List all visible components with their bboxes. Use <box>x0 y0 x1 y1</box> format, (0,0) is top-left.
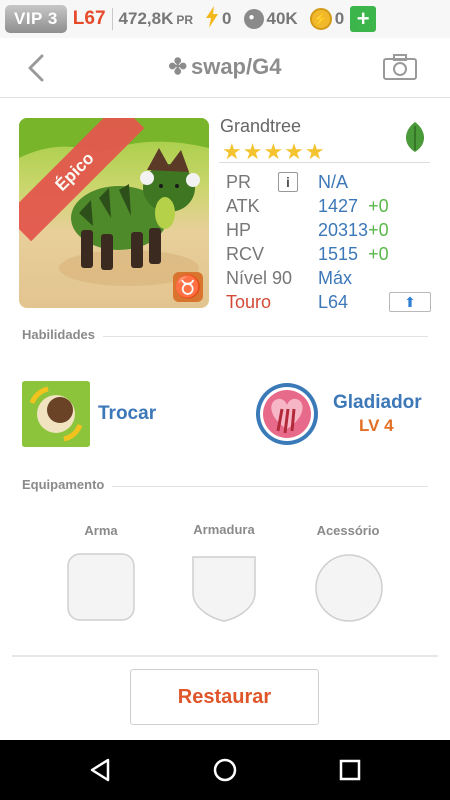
stat-value: 20313+0 <box>318 220 389 241</box>
armor-slot-label: Armadura <box>193 522 255 537</box>
skill-name[interactable]: Gladiador <box>333 392 422 414</box>
camera-icon <box>383 54 417 80</box>
section-title: Equipamento <box>22 477 113 492</box>
stat-label: ATK <box>226 196 260 216</box>
gladiator-heart-icon[interactable] <box>254 381 320 447</box>
lightning-icon <box>205 5 219 33</box>
stat-row-sign: Touro L64 ⬆ <box>226 290 432 314</box>
divider <box>12 655 438 657</box>
nav-home-icon[interactable] <box>211 756 239 784</box>
accessory-slot-label: Acessório <box>316 523 380 538</box>
resource-bar: VIP 3 L67 472,8KPR 0 40K ⚡ 0 + <box>0 0 450 38</box>
coin-counter[interactable]: ⚡ 0 <box>309 8 345 30</box>
energy-value: 0 <box>222 9 232 28</box>
system-nav-bar <box>0 740 450 800</box>
clover-icon: ✤ <box>168 54 187 79</box>
nav-recent-apps-icon[interactable] <box>336 756 364 784</box>
player-power: 472,8K PR <box>119 9 194 29</box>
divider <box>111 8 113 30</box>
paw-value: 40K <box>266 9 298 28</box>
energy-counter[interactable]: 0 <box>205 5 232 33</box>
skill-level: LV 4 <box>359 416 394 435</box>
stats-table: PR i N/A ATK 1427 +0 HP 20313+0 RCV 1515… <box>226 170 432 314</box>
stat-base: 20313 <box>318 220 369 240</box>
paw-counter[interactable]: 40K <box>243 9 298 29</box>
stat-bonus: +0 <box>368 196 389 216</box>
stat-row-atk: ATK 1427 +0 <box>226 194 432 218</box>
stat-row-level: Nível 90 Máx <box>226 266 432 290</box>
coin-icon: ⚡ <box>309 8 332 30</box>
stat-label: RCV <box>226 244 265 264</box>
stat-row-hp: HP 20313+0 <box>226 218 432 242</box>
page-title-text: swap/G4 <box>190 54 282 79</box>
stat-value: 1515 +0 <box>318 244 389 265</box>
arrow-up-icon: ⬆ <box>404 293 416 310</box>
monster-detail-screen: VIP 3 L67 472,8KPR 0 40K ⚡ 0 + ✤swap/G4 <box>0 0 450 800</box>
stat-label: PR <box>226 172 252 192</box>
skill-name[interactable]: Trocar <box>98 403 156 425</box>
stat-label: HP <box>226 220 252 240</box>
stat-value: N/A <box>318 172 349 192</box>
nav-back-icon[interactable] <box>86 756 114 784</box>
stat-value: 1427 +0 <box>318 196 389 217</box>
player-power-value: 472,8K <box>118 9 174 28</box>
weapon-slot[interactable] <box>67 553 135 621</box>
coin-value: 0 <box>334 9 345 28</box>
equipment-section-header: Equipamento <box>22 477 428 497</box>
stat-label: Nível 90 <box>226 268 293 288</box>
info-button[interactable]: i <box>278 172 298 192</box>
stat-base: 1427 <box>318 196 359 216</box>
stat-value: L64 <box>318 292 349 312</box>
stat-row-pr: PR i N/A <box>226 170 432 194</box>
player-level: L67 <box>72 8 106 29</box>
stat-label: Touro <box>226 292 272 312</box>
stat-bonus: +0 <box>368 244 389 264</box>
stat-value: Máx <box>318 268 353 288</box>
leaf-icon <box>398 120 432 154</box>
monster-name: Grandtree <box>220 116 302 136</box>
screen-header: ✤ swap/G4 <box>0 38 450 98</box>
divider <box>219 162 430 163</box>
player-power-unit: PR <box>176 13 194 27</box>
accessory-slot[interactable] <box>314 553 384 623</box>
monster-portrait[interactable]: Épico ♉ <box>19 118 209 308</box>
stat-row-rcv: RCV 1515 +0 <box>226 242 432 266</box>
armor-slot[interactable] <box>191 553 257 623</box>
paw-icon <box>243 9 264 29</box>
stat-bonus: +0 <box>368 220 389 240</box>
swap-icon[interactable] <box>22 381 90 447</box>
camera-button[interactable] <box>382 53 418 81</box>
section-title: Habilidades <box>22 327 103 342</box>
upgrade-button[interactable]: ⬆ <box>389 292 431 312</box>
restore-button[interactable]: Restaurar <box>130 669 319 725</box>
vip-badge[interactable]: VIP 3 <box>5 5 67 33</box>
stat-base: 1515 <box>318 244 359 264</box>
zodiac-taurus-icon: ♉ <box>173 272 203 302</box>
weapon-slot-label: Arma <box>84 523 118 538</box>
add-currency-button[interactable]: + <box>350 6 377 32</box>
skills-section-header: Habilidades <box>22 327 428 347</box>
